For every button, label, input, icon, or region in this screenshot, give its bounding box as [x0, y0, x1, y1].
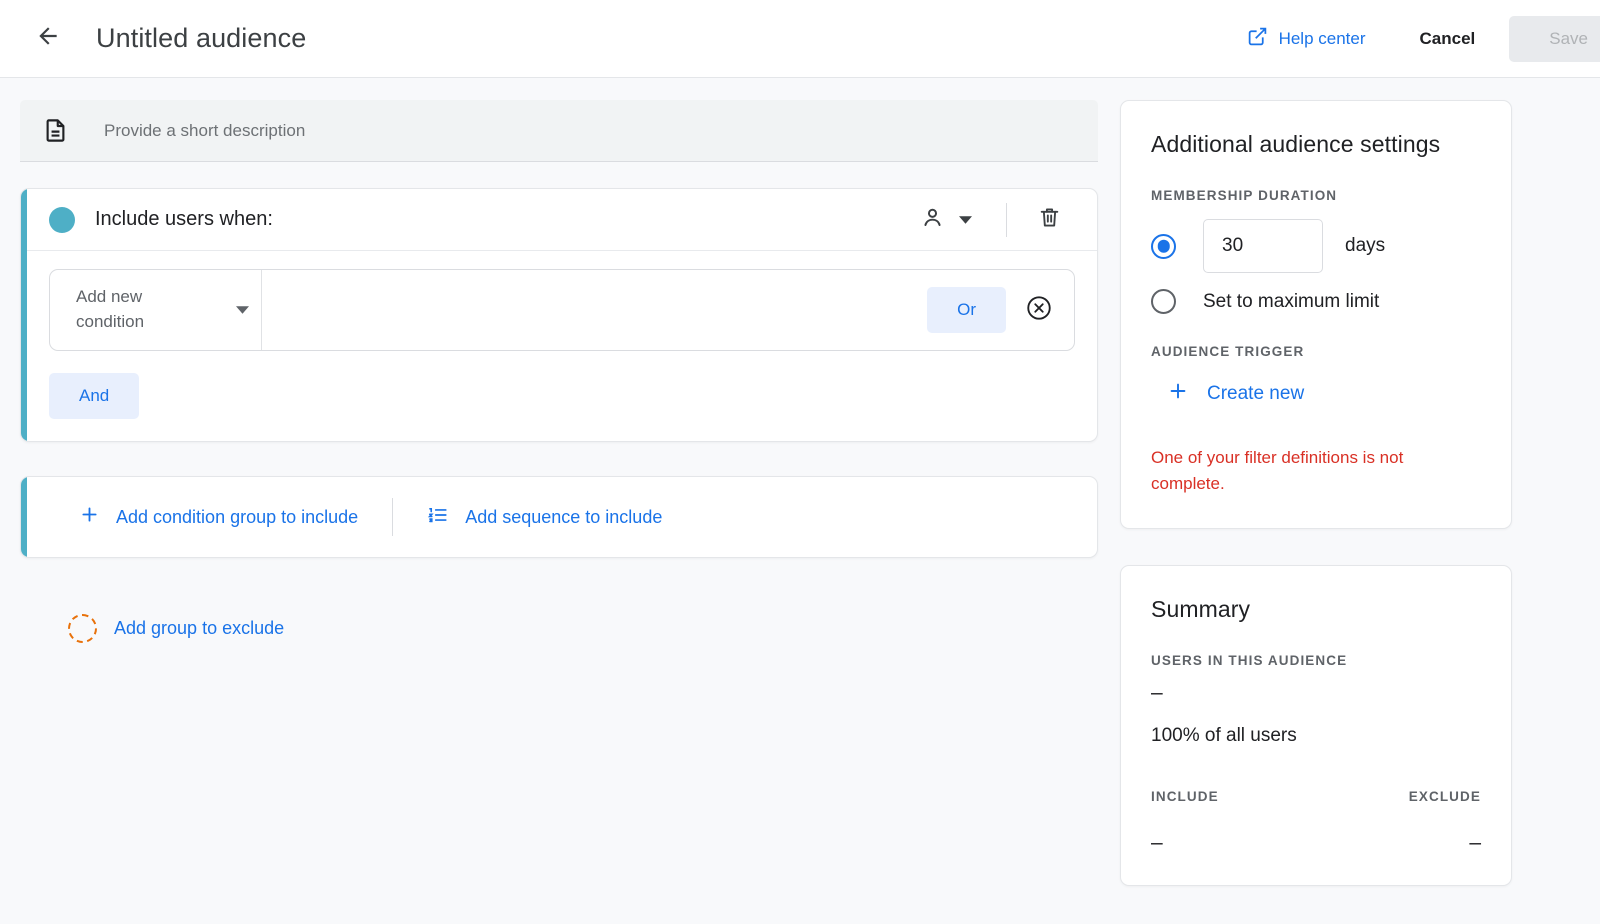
cancel-button[interactable]: Cancel: [1402, 19, 1494, 59]
settings-panel-title: Additional audience settings: [1151, 131, 1481, 158]
include-users-when-label: Include users when:: [95, 208, 273, 231]
duration-unit-label: days: [1345, 235, 1385, 257]
add-group-actions: Add condition group to include Add seque…: [21, 477, 674, 557]
users-in-audience-label: Users in this audience: [1151, 653, 1481, 668]
scope-selector[interactable]: [908, 197, 984, 243]
dashed-circle-icon: [68, 614, 97, 643]
add-group-to-exclude-label: Add group to exclude: [114, 618, 284, 639]
plus-icon: [1167, 380, 1189, 408]
additional-audience-settings-panel: Additional audience settings Membership …: [1120, 100, 1512, 529]
exclude-label: Exclude: [1409, 789, 1481, 804]
and-button[interactable]: And: [49, 373, 139, 419]
include-card-body: Add new condition Or: [21, 251, 1097, 441]
condition-row: Add new condition Or: [49, 269, 1075, 351]
include-card-header: Include users when:: [21, 189, 1097, 251]
add-new-condition-select[interactable]: Add new condition: [50, 270, 262, 350]
membership-duration-label: Membership duration: [1151, 188, 1481, 203]
include-label: Include: [1151, 789, 1219, 804]
add-sequence-to-include-button[interactable]: Add sequence to include: [415, 495, 674, 540]
remove-circle-x-icon: [1025, 294, 1053, 327]
create-new-label: Create new: [1207, 383, 1304, 405]
person-icon: [920, 205, 945, 235]
plus-icon: [79, 504, 100, 530]
page-body: Provide a short description Include user…: [0, 78, 1600, 924]
actions-divider: [392, 498, 393, 536]
filter-error-message: One of your filter definitions is not co…: [1151, 445, 1481, 496]
audience-builder-column: Provide a short description Include user…: [0, 100, 1120, 651]
add-condition-group-label: Add condition group to include: [116, 507, 358, 528]
header-divider: [1006, 203, 1007, 237]
help-center-link[interactable]: Help center: [1237, 18, 1376, 60]
trash-icon: [1037, 205, 1062, 235]
open-in-new-icon: [1247, 26, 1268, 52]
add-condition-group-to-include-button[interactable]: Add condition group to include: [67, 495, 370, 539]
side-panel-column: Additional audience settings Membership …: [1120, 100, 1540, 886]
include-accent-bar: [21, 189, 27, 441]
add-group-to-exclude-button[interactable]: Add group to exclude: [56, 606, 296, 651]
include-value: –: [1151, 832, 1163, 853]
summary-panel-title: Summary: [1151, 596, 1481, 623]
summary-panel: Summary Users in this audience – 100% of…: [1120, 565, 1512, 886]
help-center-label: Help center: [1279, 29, 1366, 49]
membership-duration-input[interactable]: [1203, 219, 1323, 273]
caret-down-icon: [236, 306, 249, 314]
condition-value-area[interactable]: [262, 270, 927, 350]
save-button[interactable]: Save: [1509, 16, 1600, 62]
users-in-audience-value: –: [1151, 682, 1481, 703]
header-actions: Help center Cancel Save: [1237, 0, 1600, 77]
caret-down-icon: [959, 211, 972, 229]
remove-condition-button[interactable]: [1020, 291, 1058, 329]
delete-include-group-button[interactable]: [1029, 200, 1069, 240]
arrow-back-icon: [35, 23, 61, 54]
audience-trigger-label: Audience trigger: [1151, 344, 1481, 359]
membership-duration-days-option[interactable]: days: [1151, 219, 1481, 273]
create-new-trigger-button[interactable]: Create new: [1157, 373, 1314, 415]
description-field[interactable]: Provide a short description: [20, 100, 1098, 162]
ordered-list-icon: [427, 504, 449, 531]
page-title: Untitled audience: [96, 23, 306, 54]
include-condition-card: Include users when:: [20, 188, 1098, 442]
description-document-icon: [42, 117, 69, 144]
radio-duration-days[interactable]: [1151, 234, 1176, 259]
include-exclude-values: – –: [1151, 818, 1481, 853]
add-sequence-label: Add sequence to include: [465, 507, 662, 528]
include-exclude-headers: Include Exclude: [1151, 789, 1481, 804]
add-group-card: Add condition group to include Add seque…: [20, 476, 1098, 558]
percent-of-all-users: 100% of all users: [1151, 725, 1481, 747]
back-button[interactable]: [28, 19, 68, 59]
radio-max-limit[interactable]: [1151, 289, 1176, 314]
exclude-value: –: [1469, 832, 1481, 853]
include-card-tools: [908, 189, 1097, 250]
max-limit-label: Set to maximum limit: [1203, 291, 1379, 313]
scope-indicator-dot: [49, 207, 75, 233]
add-new-condition-label: Add new condition: [76, 285, 196, 334]
app-header: Untitled audience Help center Cancel Sav…: [0, 0, 1600, 78]
or-button[interactable]: Or: [927, 287, 1006, 333]
add-group-accent-bar: [21, 477, 27, 557]
membership-duration-max-option[interactable]: Set to maximum limit: [1151, 289, 1481, 314]
description-placeholder: Provide a short description: [104, 121, 305, 141]
condition-row-actions: Or: [927, 270, 1074, 350]
